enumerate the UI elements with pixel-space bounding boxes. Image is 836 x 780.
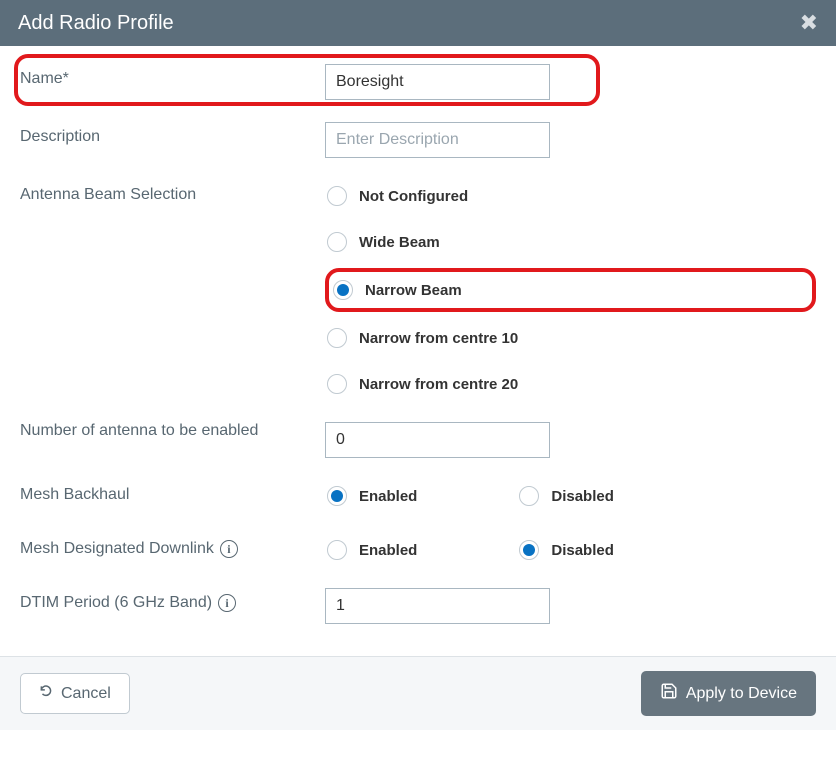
- radio-label: Narrow from centre 20: [359, 376, 518, 393]
- description-label: Description: [20, 122, 325, 146]
- add-radio-profile-dialog: Add Radio Profile ✖ Name* Description An…: [0, 0, 836, 730]
- mesh-downlink-radio-group: Enabled Disabled: [325, 534, 816, 566]
- description-input[interactable]: [325, 122, 550, 158]
- radio-icon: [327, 232, 347, 252]
- apply-label: Apply to Device: [686, 685, 797, 703]
- radio-mesh-backhaul-enabled[interactable]: Enabled: [325, 480, 427, 512]
- radio-narrow-beam[interactable]: Narrow Beam: [331, 274, 472, 306]
- mesh-backhaul-radio-group: Enabled Disabled: [325, 480, 816, 512]
- radio-mesh-downlink-disabled[interactable]: Disabled: [517, 534, 624, 566]
- highlight-narrow-beam: Narrow Beam: [325, 268, 816, 312]
- radio-narrow-centre-20[interactable]: Narrow from centre 20: [325, 368, 816, 400]
- radio-mesh-downlink-enabled[interactable]: Enabled: [325, 534, 427, 566]
- radio-narrow-centre-10[interactable]: Narrow from centre 10: [325, 322, 816, 354]
- dialog-title: Add Radio Profile: [18, 12, 174, 35]
- radio-icon: [327, 374, 347, 394]
- cancel-label: Cancel: [61, 685, 111, 703]
- radio-label: Disabled: [551, 542, 614, 559]
- dtim-input[interactable]: [325, 588, 550, 624]
- radio-mesh-backhaul-disabled[interactable]: Disabled: [517, 480, 624, 512]
- close-icon[interactable]: ✖: [800, 10, 818, 36]
- info-icon[interactable]: i: [220, 540, 238, 558]
- row-dtim: DTIM Period (6 GHz Band) i: [20, 588, 816, 624]
- form-body: Name* Description Antenna Beam Selection…: [0, 46, 836, 656]
- antenna-beam-label: Antenna Beam Selection: [20, 180, 325, 204]
- save-icon: [660, 682, 678, 705]
- radio-wide-beam[interactable]: Wide Beam: [325, 226, 816, 258]
- row-num-antenna: Number of antenna to be enabled: [20, 422, 816, 458]
- row-antenna-beam: Antenna Beam Selection Not Configured Wi…: [20, 180, 816, 400]
- dialog-titlebar: Add Radio Profile ✖: [0, 0, 836, 46]
- radio-icon: [327, 540, 347, 560]
- num-antenna-label: Number of antenna to be enabled: [20, 422, 325, 440]
- row-name: Name*: [20, 64, 816, 100]
- row-mesh-downlink: Mesh Designated Downlink i Enabled Disab…: [20, 534, 816, 566]
- name-input[interactable]: [325, 64, 550, 100]
- radio-label: Disabled: [551, 488, 614, 505]
- mesh-backhaul-label: Mesh Backhaul: [20, 480, 325, 504]
- mesh-downlink-label: Mesh Designated Downlink i: [20, 534, 325, 558]
- name-label: Name*: [20, 64, 325, 88]
- num-antenna-input[interactable]: [325, 422, 550, 458]
- radio-label: Enabled: [359, 488, 417, 505]
- antenna-beam-radio-group: Not Configured Wide Beam Narrow Beam: [325, 180, 816, 400]
- radio-icon: [327, 328, 347, 348]
- radio-icon: [519, 540, 539, 560]
- radio-label: Narrow from centre 10: [359, 330, 518, 347]
- radio-icon: [333, 280, 353, 300]
- radio-label: Narrow Beam: [365, 282, 462, 299]
- dialog-footer: Cancel Apply to Device: [0, 656, 836, 730]
- radio-icon: [519, 486, 539, 506]
- apply-button[interactable]: Apply to Device: [641, 671, 816, 716]
- row-mesh-backhaul: Mesh Backhaul Enabled Disabled: [20, 480, 816, 512]
- radio-label: Enabled: [359, 542, 417, 559]
- radio-icon: [327, 486, 347, 506]
- radio-not-configured[interactable]: Not Configured: [325, 180, 816, 212]
- cancel-button[interactable]: Cancel: [20, 673, 130, 714]
- row-description: Description: [20, 122, 816, 158]
- radio-label: Wide Beam: [359, 234, 440, 251]
- dtim-label: DTIM Period (6 GHz Band) i: [20, 588, 325, 612]
- undo-icon: [39, 684, 53, 703]
- radio-icon: [327, 186, 347, 206]
- radio-label: Not Configured: [359, 188, 468, 205]
- info-icon[interactable]: i: [218, 594, 236, 612]
